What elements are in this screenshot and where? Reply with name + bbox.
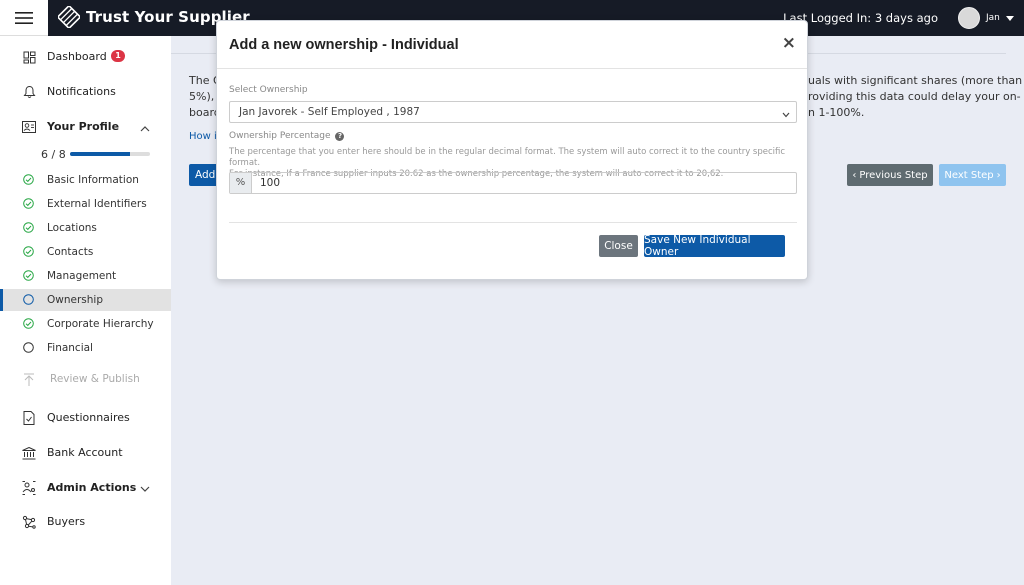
hamburger-icon (15, 11, 33, 24)
ownership-select[interactable]: Jan Javorek - Self Employed , 1987 (229, 101, 797, 123)
sidebar-item-label: Buyers (47, 515, 86, 528)
add-ownership-modal: Add a new ownership - Individual × Selec… (216, 20, 808, 280)
sidebar-step-basic-information[interactable]: Basic Information (0, 169, 171, 191)
ownership-percentage-label-text: Ownership Percentage (229, 131, 331, 141)
sidebar-step-label: Financial (47, 342, 93, 354)
chevron-down-icon (782, 109, 790, 121)
ownership-percentage-label: Ownership Percentage? (229, 131, 345, 141)
sidebar-step-label: External Identifiers (47, 198, 147, 210)
profile-progress-bar (70, 152, 150, 156)
profile-progress-fill (70, 152, 130, 156)
ownership-select-value: Jan Javorek - Self Employed , 1987 (239, 106, 420, 118)
sidebar-step-label: Basic Information (47, 174, 139, 186)
add-owner-button[interactable]: Add (189, 164, 219, 186)
sidebar-item-buyers[interactable]: Buyers (0, 510, 171, 534)
caret-down-icon (1005, 15, 1014, 21)
chevron-up-icon[interactable] (140, 122, 150, 135)
sidebar-step-label: Corporate Hierarchy (47, 318, 154, 330)
sidebar-step-ownership[interactable]: Ownership (0, 289, 171, 311)
empty-circle-icon (23, 294, 34, 308)
sidebar-item-your-profile[interactable]: Your Profile (0, 115, 171, 139)
check-circle-icon (23, 246, 34, 260)
check-circle-icon (23, 174, 34, 188)
background-text-line: n 1-100%. (808, 106, 865, 119)
ownership-percentage-field[interactable]: % 100 (229, 172, 797, 194)
check-circle-icon (23, 222, 34, 236)
sidebar-step-external-identifiers[interactable]: External Identifiers (0, 193, 171, 215)
sidebar-step-financial[interactable]: Financial (0, 337, 171, 359)
user-name: Jan (986, 13, 1000, 23)
sidebar-item-review-publish[interactable]: Review & Publish (0, 369, 171, 391)
hamburger-menu-button[interactable] (0, 0, 48, 36)
modal-header: Add a new ownership - Individual × (217, 21, 807, 69)
chevron-down-icon[interactable] (140, 483, 150, 496)
sidebar-item-label: Your Profile (47, 120, 120, 133)
next-step-button[interactable]: Next Step › (939, 164, 1006, 186)
sidebar-item-label: Dashboard (47, 50, 107, 63)
check-circle-icon (23, 198, 34, 212)
bell-icon (21, 84, 37, 100)
sidebar-step-label: Locations (47, 222, 97, 234)
notification-badge: 1 (111, 50, 125, 62)
user-menu[interactable]: Jan (954, 0, 1024, 36)
background-text-line: uals with significant shares (more than (808, 74, 1023, 87)
background-text-line: roviding this data could delay your on- (808, 90, 1021, 103)
help-icon[interactable]: ? (335, 132, 345, 141)
sidebar-step-label: Ownership (47, 294, 103, 306)
sidebar-item-label: Bank Account (47, 446, 123, 459)
modal-title: Add a new ownership - Individual (229, 37, 459, 53)
sidebar-item-questionnaires[interactable]: Questionnaires (0, 406, 171, 430)
sidebar-item-label: Questionnaires (47, 411, 130, 424)
sidebar-item-label: Notifications (47, 85, 116, 98)
sidebar-item-label: Admin Actions (47, 481, 137, 494)
network-icon (21, 514, 37, 530)
sidebar: Dashboard 1 Notifications Your Profile 6… (0, 36, 171, 585)
modal-divider (229, 222, 797, 223)
review-publish-label: Review & Publish (50, 373, 140, 385)
ownership-percentage-input[interactable]: 100 (252, 173, 280, 193)
select-ownership-label: Select Ownership (229, 85, 308, 95)
help-text-line: The percentage that you enter here shoul… (229, 147, 786, 168)
previous-step-label: Previous Step (859, 169, 928, 181)
sidebar-step-label: Contacts (47, 246, 94, 258)
sidebar-step-label: Management (47, 270, 117, 282)
profile-progress-text: 6 / 8 (41, 148, 66, 161)
document-check-icon (21, 410, 37, 426)
upload-arrow-icon (23, 373, 35, 390)
next-step-label: Next Step (944, 169, 994, 181)
save-new-individual-owner-button[interactable]: Save New Individual Owner (644, 234, 785, 258)
admin-users-icon (21, 480, 37, 496)
sidebar-item-dashboard[interactable]: Dashboard 1 (0, 45, 171, 69)
sidebar-step-corporate-hierarchy[interactable]: Corporate Hierarchy (0, 313, 171, 335)
close-button[interactable]: Close (599, 235, 638, 257)
check-circle-icon (23, 318, 34, 332)
brand-logo-icon (58, 6, 80, 28)
avatar[interactable] (958, 7, 980, 29)
sidebar-item-notifications[interactable]: Notifications (0, 80, 171, 104)
chevron-right-icon: › (996, 169, 1001, 181)
sidebar-step-locations[interactable]: Locations (0, 217, 171, 239)
check-circle-icon (23, 270, 34, 284)
dashboard-icon (21, 49, 37, 65)
bank-icon (21, 445, 37, 461)
sidebar-step-management[interactable]: Management (0, 265, 171, 287)
sidebar-item-admin-actions[interactable]: Admin Actions (0, 476, 171, 500)
sidebar-item-bank-account[interactable]: Bank Account (0, 441, 171, 465)
sidebar-step-contacts[interactable]: Contacts (0, 241, 171, 263)
chevron-left-icon: ‹ (852, 169, 857, 181)
percent-addon: % (230, 173, 252, 193)
empty-circle-icon (23, 342, 34, 356)
close-icon[interactable]: × (782, 33, 796, 53)
profile-card-icon (21, 119, 37, 135)
previous-step-button[interactable]: ‹ Previous Step (847, 164, 933, 186)
